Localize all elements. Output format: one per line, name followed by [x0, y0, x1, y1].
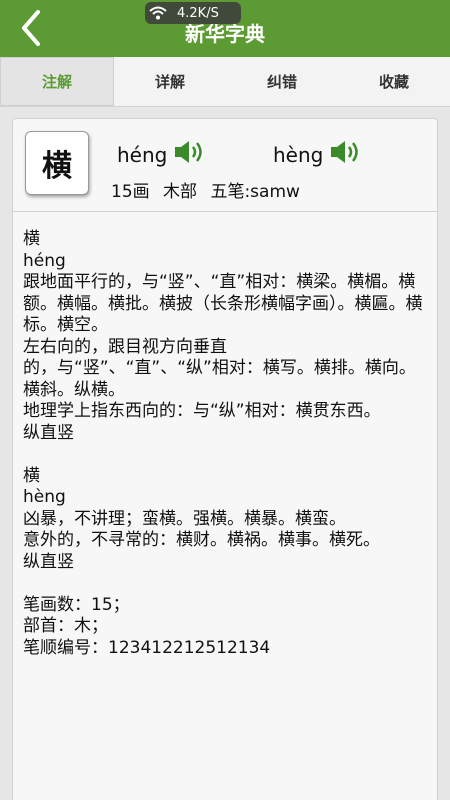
- tab-bar: 注解 详解 纠错 收藏: [0, 57, 450, 107]
- sense-char: 横: [23, 229, 40, 249]
- wubi-code: 五笔:samw: [210, 182, 300, 202]
- speaker-icon[interactable]: [329, 139, 363, 170]
- tab-detail[interactable]: 详解: [114, 57, 226, 106]
- character-box: 横: [25, 131, 89, 195]
- entry-card: 横 héng hèng 15画 木部 五笔:samw 横 héng 跟地面平行的…: [12, 118, 438, 800]
- entry-summary: 横 héng hèng 15画 木部 五笔:samw: [13, 119, 437, 212]
- network-status: 4.2K/S: [145, 2, 241, 24]
- definition-line: 凶暴，不讲理；蛮横。强横。横暴。横蛮。: [23, 508, 346, 529]
- info-line: 笔画数：15；: [23, 594, 130, 615]
- pinyin-1: héng: [117, 142, 168, 167]
- pronunciation-1: héng: [117, 139, 207, 170]
- tab-correction[interactable]: 纠错: [226, 57, 338, 106]
- definition-line: 跟地面平行的，与“竖”、“直”相对：横梁。横楣。横额。横幅。横批。横披（长条形横…: [23, 272, 423, 335]
- wifi-icon: [145, 3, 171, 23]
- info-line: 笔顺编号：123412212512134: [23, 637, 271, 658]
- sense-pinyin: héng: [23, 250, 66, 271]
- radical: 木部: [163, 182, 198, 202]
- speaker-icon[interactable]: [173, 139, 207, 170]
- definition-body: 横 héng 跟地面平行的，与“竖”、“直”相对：横梁。横楣。横额。横幅。横批。…: [23, 229, 429, 659]
- definition-line: 的，与“竖”、“直”、“纵”相对：横写。横排。横向。横斜。纵横。: [23, 358, 416, 400]
- pinyin-2: hèng: [273, 142, 324, 167]
- definition-line: 纵直竖: [23, 551, 74, 572]
- definition-line: 地理学上指东西向的：与“纵”相对：横贯东西。: [23, 401, 381, 421]
- app-header: 新华字典 4.2K/S: [0, 0, 450, 57]
- sense-char: 横: [23, 465, 40, 486]
- info-line: 部首：木；: [23, 616, 108, 636]
- definition-line: 纵直竖: [23, 422, 74, 443]
- sense-pinyin: hèng: [23, 487, 66, 507]
- pronunciation-2: hèng: [273, 139, 363, 170]
- entry-meta: 15画 木部 五笔:samw: [111, 177, 308, 202]
- definition-line: 左右向的，跟目视方向垂直: [23, 336, 227, 357]
- tab-favorite[interactable]: 收藏: [338, 57, 450, 106]
- tab-annotation[interactable]: 注解: [0, 57, 114, 106]
- definition-line: 意外的，不寻常的：横财。横祸。横事。横死。: [23, 530, 380, 550]
- network-speed: 4.2K/S: [177, 5, 219, 21]
- stroke-count: 15画: [111, 182, 150, 202]
